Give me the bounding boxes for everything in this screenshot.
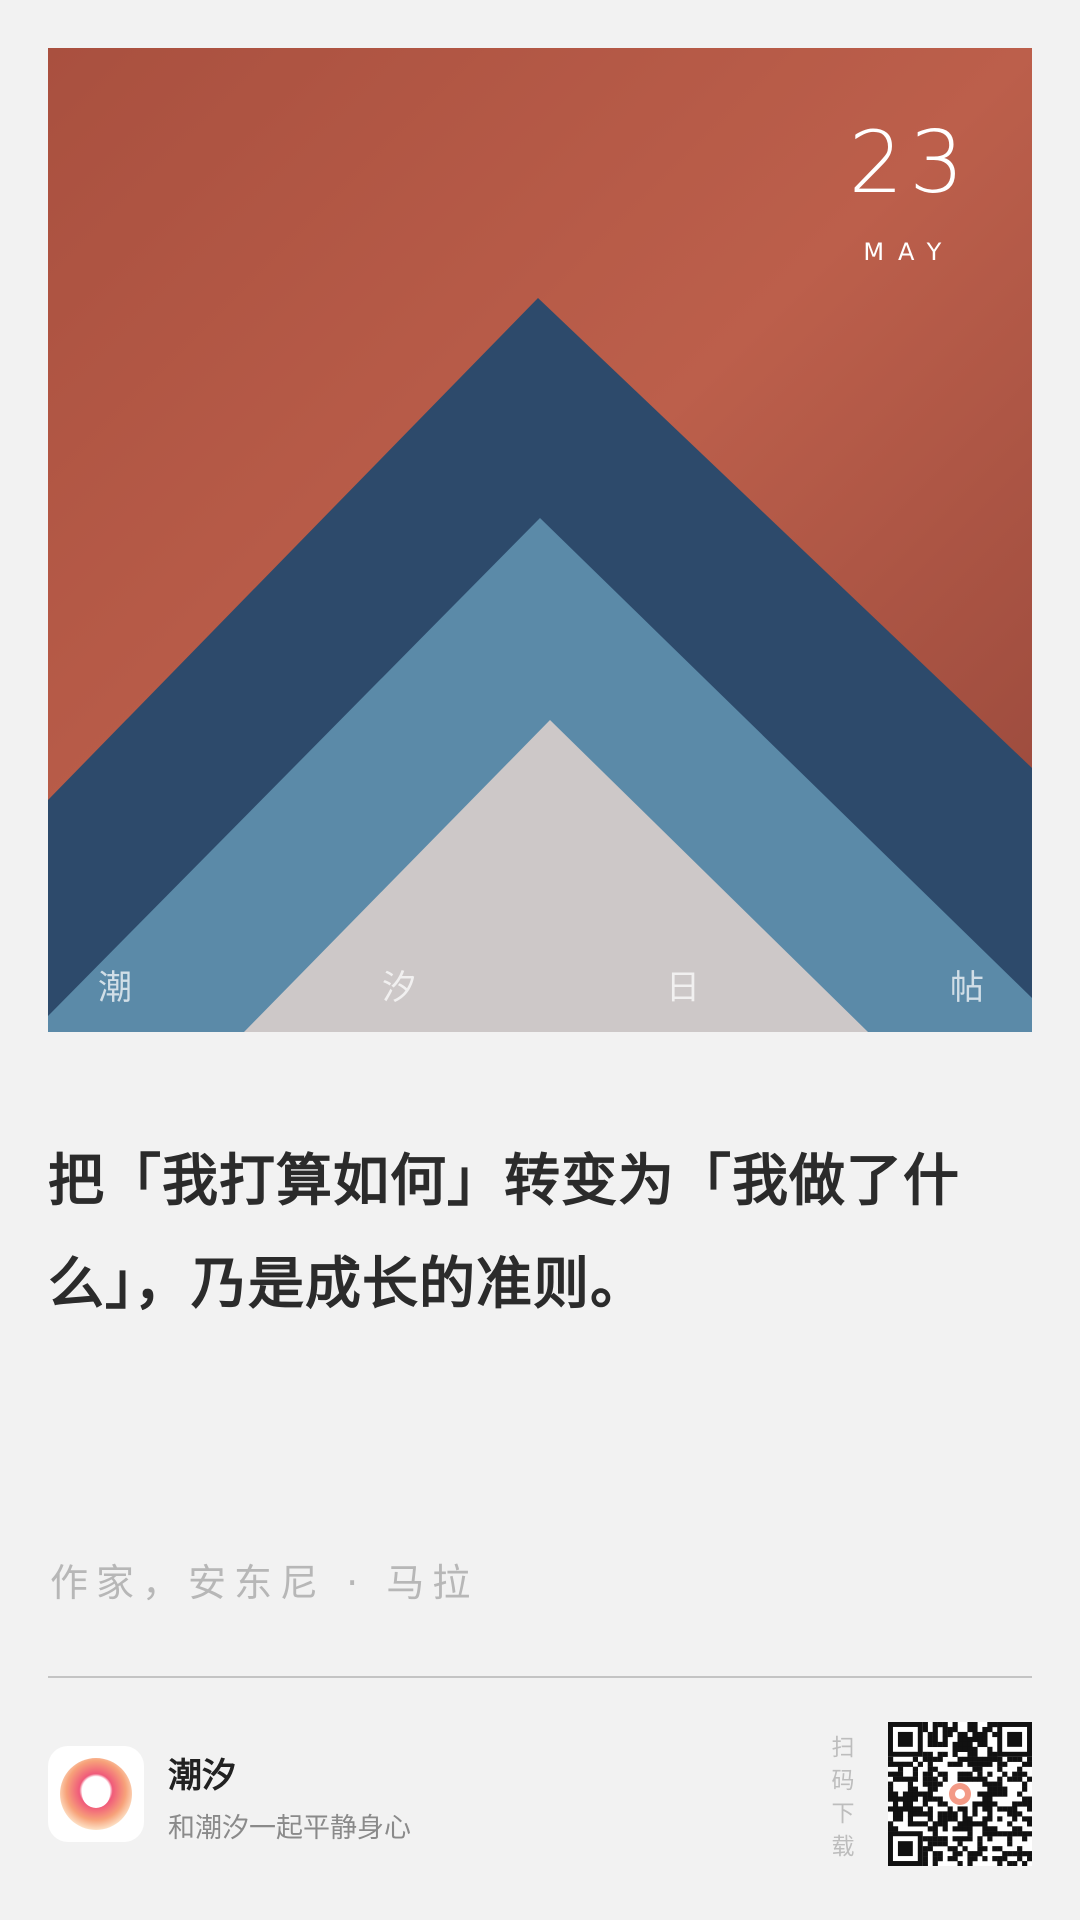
- scan-char: 扫: [831, 1735, 855, 1761]
- quote-text: 把「我打算如何」转变为「我做了什么」，乃是成长的准则。: [48, 1149, 960, 1317]
- hero-image: 23 MAY 潮 汐 日 帖: [48, 48, 1032, 1032]
- app-slogan: 和潮汐一起平静身心: [168, 1813, 411, 1844]
- date-month: MAY: [863, 238, 956, 266]
- date-block: 23 MAY: [849, 120, 970, 266]
- brand-char: 日: [666, 968, 700, 1008]
- daily-card-page: 23 MAY 潮 汐 日 帖 把「我打算如何」转变为「我做了什么」，乃是成长的准…: [0, 0, 1080, 1920]
- date-day: 23: [848, 113, 970, 213]
- scan-char: 载: [831, 1834, 855, 1860]
- brand-char: 汐: [382, 968, 416, 1008]
- brand-char: 潮: [98, 968, 132, 1008]
- brand-char: 帖: [950, 968, 984, 1008]
- divider: [48, 1676, 1032, 1678]
- brand-row: 潮 汐 日 帖: [48, 960, 1032, 1010]
- qr-code-icon[interactable]: [888, 1722, 1033, 1867]
- scan-char: 码: [831, 1768, 855, 1794]
- app-name: 潮汐: [168, 1756, 236, 1796]
- tide-logo-icon[interactable]: [48, 1746, 144, 1842]
- scan-download-label: 扫 码 下 载: [830, 1732, 856, 1864]
- quote-author: 作家，安东尼 · 马拉: [50, 1561, 479, 1605]
- scan-char: 下: [831, 1801, 855, 1827]
